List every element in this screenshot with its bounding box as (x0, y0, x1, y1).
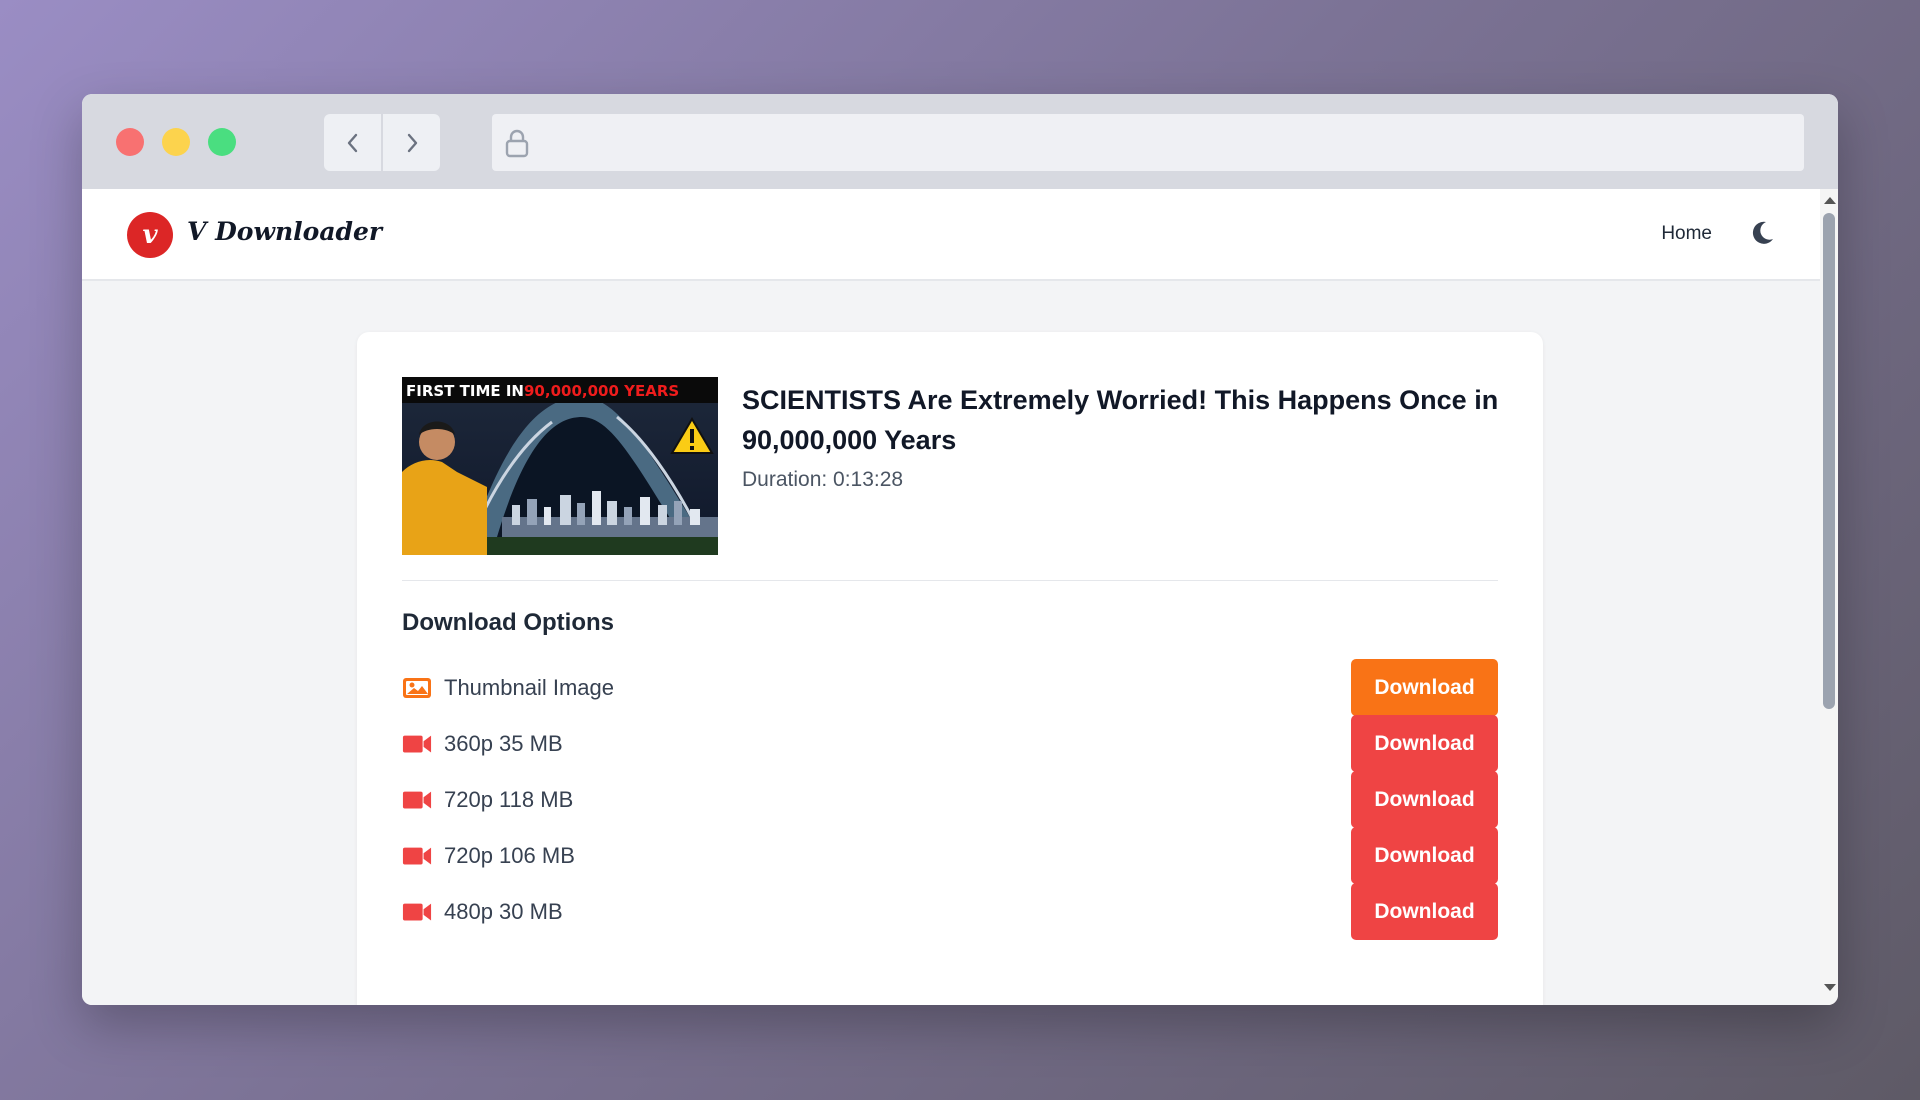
page-content: v V Downloader Home FIRST TIME IN 90,000… (82, 189, 1820, 1005)
video-camera-icon (402, 735, 432, 753)
download-options-title: Download Options (402, 609, 614, 636)
download-thumbnail-button[interactable]: Download (1351, 659, 1498, 716)
forward-button[interactable] (383, 114, 440, 171)
download-option-row: 720p 118 MB Download (402, 771, 1498, 828)
option-label: 720p 118 MB (444, 787, 574, 812)
scrollbar-thumb[interactable] (1823, 213, 1835, 709)
thumbnail-text-white: FIRST TIME IN (406, 382, 524, 400)
download-option-row: Thumbnail Image Download (402, 659, 1498, 716)
divider (402, 580, 1498, 581)
address-bar[interactable] (492, 114, 1804, 171)
scroll-up-arrow-icon[interactable] (1824, 197, 1836, 204)
brand-name[interactable]: V Downloader (187, 217, 382, 246)
moon-icon[interactable] (1748, 219, 1776, 247)
browser-titlebar (82, 94, 1838, 189)
video-title: SCIENTISTS Are Extremely Worried! This H… (742, 385, 1499, 455)
video-camera-icon (402, 847, 432, 865)
download-720p-alt-button[interactable]: Download (1351, 827, 1498, 884)
download-720p-button[interactable]: Download (1351, 771, 1498, 828)
back-button[interactable] (324, 114, 381, 171)
option-label: Thumbnail Image (444, 675, 614, 700)
nav-home-link[interactable]: Home (1661, 223, 1712, 245)
logo-icon[interactable]: v (127, 212, 173, 258)
thumbnail-text-red: 90,000,000 YEARS (524, 382, 679, 400)
video-card: FIRST TIME IN 90,000,000 YEARS SCIENTIST… (357, 332, 1543, 1005)
chevron-right-icon (407, 133, 417, 152)
minimize-window-button[interactable] (162, 128, 190, 156)
page-scrollbar[interactable] (1820, 189, 1838, 1005)
maximize-window-button[interactable] (208, 128, 236, 156)
site-header: v V Downloader Home (82, 189, 1820, 281)
option-label: 480p 30 MB (444, 899, 563, 924)
download-option-row: 480p 30 MB Download (402, 883, 1498, 940)
video-camera-icon (402, 791, 432, 809)
video-thumbnail: FIRST TIME IN 90,000,000 YEARS (402, 377, 718, 555)
option-label: 720p 106 MB (444, 843, 575, 868)
option-label: 360p 35 MB (444, 731, 563, 756)
download-360p-button[interactable]: Download (1351, 715, 1498, 772)
video-duration: Duration: 0:13:28 (742, 468, 904, 491)
download-option-row: 360p 35 MB Download (402, 715, 1498, 772)
lock-icon (505, 129, 529, 157)
chevron-left-icon (347, 133, 357, 152)
image-icon (403, 678, 431, 698)
close-window-button[interactable] (116, 128, 144, 156)
video-camera-icon (402, 903, 432, 921)
download-option-row: 720p 106 MB Download (402, 827, 1498, 884)
download-480p-button[interactable]: Download (1351, 883, 1498, 940)
browser-window: v V Downloader Home FIRST TIME IN 90,000… (82, 94, 1838, 1005)
scroll-down-arrow-icon[interactable] (1824, 984, 1836, 991)
